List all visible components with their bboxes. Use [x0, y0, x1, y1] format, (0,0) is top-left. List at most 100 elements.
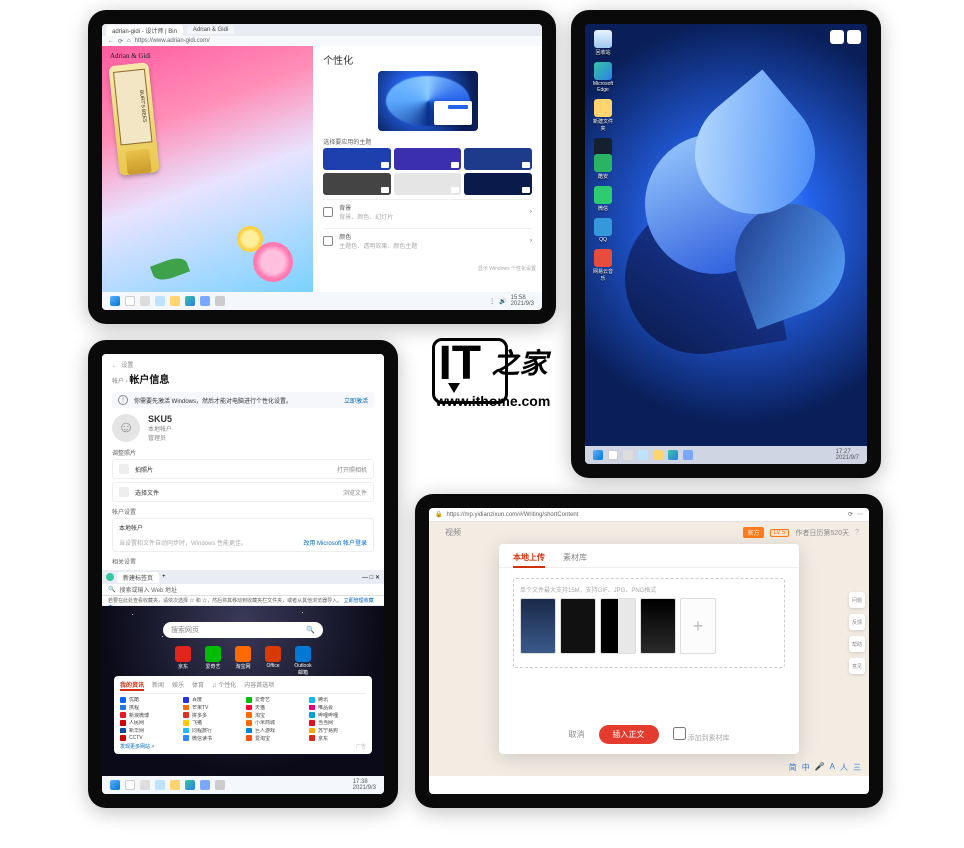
site-link[interactable]: 微信读书: [183, 735, 240, 741]
help-hint[interactable]: 显示 Windows 个性化设置: [478, 265, 536, 272]
top-right-widgets[interactable]: [830, 30, 861, 44]
site-link[interactable]: 新华网: [120, 728, 177, 734]
site-link[interactable]: 同程旅行: [183, 728, 240, 734]
upload-area[interactable]: 单个文件最大支持15M，支持GIF、JPG、PNG格式 +: [513, 578, 785, 668]
tab-library[interactable]: 素材库: [563, 552, 587, 563]
url-text[interactable]: https://www.adrian-gidi.com/: [135, 38, 210, 44]
site-link[interactable]: 拼多多: [183, 712, 240, 718]
card-nav[interactable]: 我的资讯 新闻 娱乐 体育 ♫ 个性化 内容首选项: [120, 680, 366, 694]
new-tab[interactable]: 新建标签页: [117, 572, 159, 583]
option-local-account[interactable]: 本地帐户 当设置和文件自动同步时，Windows 性能更佳。 改用 Micros…: [112, 518, 374, 552]
camera-action[interactable]: 打开照相机: [337, 465, 367, 474]
start-button[interactable]: [110, 780, 120, 790]
search-icon[interactable]: [125, 780, 135, 790]
help-icon[interactable]: ?: [855, 529, 859, 536]
side-fb2[interactable]: 反馈: [849, 614, 865, 630]
option-camera[interactable]: 拍照片 打开照相机: [112, 459, 374, 479]
side-toolbar[interactable]: 问题 反馈 帮助 意见: [849, 592, 865, 674]
taskbar[interactable]: ⋮ 🔊 15:582021/9/3: [102, 292, 542, 310]
tab-video[interactable]: 视频: [445, 527, 461, 538]
edge-icon[interactable]: [185, 780, 195, 790]
site-link[interactable]: CCTV: [120, 735, 177, 741]
add-library-checkbox[interactable]: [673, 727, 686, 740]
tab-1[interactable]: adrian-gidi - 设计师 | Bin: [106, 25, 183, 36]
nav-news[interactable]: 新闻: [152, 680, 164, 691]
site-link[interactable]: 哔哩哔哩: [309, 712, 366, 718]
theme-preview[interactable]: [378, 71, 478, 131]
ime-cn[interactable]: 中: [802, 762, 810, 773]
browser-address[interactable]: 🔒 https://mp.yidianzixun.com/#/Writing/s…: [429, 508, 869, 522]
taskbar[interactable]: 17:382021/9/3: [102, 776, 384, 794]
theme-5[interactable]: [394, 173, 462, 195]
activate-link[interactable]: 立即激活: [344, 396, 368, 405]
refresh-icon[interactable]: ⟳: [848, 511, 853, 518]
option-colors[interactable]: 颜色 主题色、透明效果、颜色主题 ›: [323, 228, 532, 253]
nav-personalize[interactable]: ♫ 个性化: [212, 680, 236, 691]
site-link[interactable]: 爱淘宝: [246, 735, 303, 741]
app-2[interactable]: 微信: [591, 186, 615, 212]
clock[interactable]: 17:382021/9/3: [353, 779, 376, 791]
task-view-icon[interactable]: [623, 450, 633, 460]
recycle-bin[interactable]: 回收站: [591, 30, 615, 56]
system-tray[interactable]: 17:272021/9/7: [836, 449, 859, 461]
theme-4[interactable]: [323, 173, 391, 195]
back-icon[interactable]: ←: [108, 38, 114, 44]
site-link[interactable]: 飞猪: [183, 720, 240, 726]
ime-simp[interactable]: 简: [789, 762, 797, 773]
nav-my[interactable]: 我的资讯: [120, 680, 144, 691]
site-link[interactable]: 天猫: [246, 705, 303, 711]
content-tabs[interactable]: 视频: [445, 527, 461, 538]
mic-icon[interactable]: 🎤: [815, 762, 825, 773]
ql-iqiyi[interactable]: 爱奇艺: [202, 646, 224, 676]
site-link[interactable]: 百度: [183, 697, 240, 703]
site-link[interactable]: 京东: [309, 735, 366, 741]
ntp-search[interactable]: 搜索网页 🔍: [163, 622, 323, 638]
address-bar[interactable]: ← ⟳ ⌂ https://www.adrian-gidi.com/: [102, 36, 542, 46]
theme-2[interactable]: [394, 148, 462, 170]
task-view-icon[interactable]: [140, 780, 150, 790]
back-icon[interactable]: ←: [112, 363, 118, 369]
theme-1[interactable]: [323, 148, 391, 170]
nav-sport[interactable]: 体育: [192, 680, 204, 691]
theme-3[interactable]: [464, 148, 532, 170]
edge-shortcut[interactable]: Microsoft Edge: [591, 62, 615, 93]
side-feedback[interactable]: 问题: [849, 592, 865, 608]
file-action[interactable]: 浏览文件: [343, 488, 367, 497]
url-text[interactable]: https://mp.yidianzixun.com/#/Writing/sho…: [446, 512, 578, 518]
explorer-icon[interactable]: [653, 450, 663, 460]
thumb-2[interactable]: [560, 598, 596, 654]
site-link[interactable]: 淘宝: [246, 712, 303, 718]
clock[interactable]: 17:272021/9/7: [836, 449, 859, 461]
settings-icon[interactable]: [215, 780, 225, 790]
edge-icon[interactable]: [668, 450, 678, 460]
side-opinion[interactable]: 意见: [849, 658, 865, 674]
explorer-icon[interactable]: [170, 780, 180, 790]
more-sites[interactable]: 发现更多网站 >: [120, 743, 303, 750]
ime-person[interactable]: 人: [840, 762, 848, 773]
search-icon[interactable]: 🔍: [306, 626, 315, 634]
site-link[interactable]: 携程: [120, 705, 177, 711]
start-button[interactable]: [593, 450, 603, 460]
widget-1[interactable]: [830, 30, 844, 44]
app-4[interactable]: 网易云音乐: [591, 249, 615, 282]
site-link[interactable]: 唯品会: [309, 705, 366, 711]
site-link[interactable]: 新浪微博: [120, 712, 177, 718]
ql-outlook[interactable]: Outlook邮箱: [292, 646, 314, 676]
app-3[interactable]: QQ: [591, 218, 615, 243]
side-help[interactable]: 帮助: [849, 636, 865, 652]
explorer-icon[interactable]: [170, 296, 180, 306]
search-icon[interactable]: [608, 450, 618, 460]
chat-icon[interactable]: [155, 296, 165, 306]
ms-account-link[interactable]: 改用 Microsoft 帐户登录: [303, 538, 367, 547]
ime-toolbar[interactable]: 简 中 🎤 A 人 三: [789, 762, 861, 773]
refresh-icon[interactable]: ⟳: [118, 38, 123, 45]
site-link[interactable]: 当当网: [309, 720, 366, 726]
tab-local-upload[interactable]: 本地上传: [513, 552, 545, 563]
site-link[interactable]: 腾讯: [309, 697, 366, 703]
thumb-3[interactable]: [600, 598, 636, 654]
chat-icon[interactable]: [155, 780, 165, 790]
app-1[interactable]: 酷安: [591, 154, 615, 180]
site-link[interactable]: 小米商城: [246, 720, 303, 726]
system-tray[interactable]: ⋮ 🔊 15:582021/9/3: [489, 295, 534, 307]
folder-shortcut[interactable]: 新建文件夹: [591, 99, 615, 132]
